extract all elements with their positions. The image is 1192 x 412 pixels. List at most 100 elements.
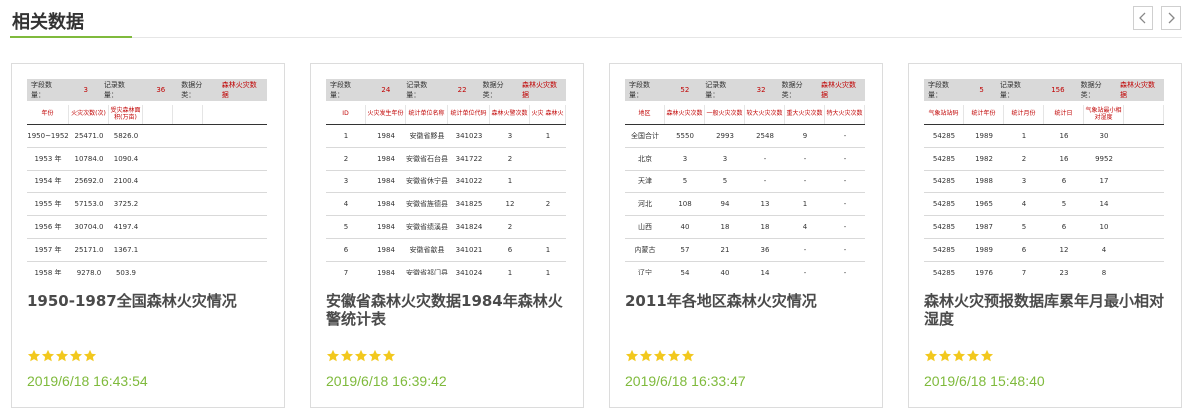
thumbnail-table-row: 1950~1952 25471.0 5826.0 [27,125,267,148]
thumbnail-table-cell: 1976 [975,268,993,275]
thumbnail-table-row: 内蒙古 57 21 36 - - [625,239,865,262]
thumbnail-table-cell: 安徽省歙县 [409,245,445,254]
star-icon [681,349,695,362]
thumbnail-table-cell: 16 [1059,131,1069,140]
thumbnail-table-cell: - [843,200,847,209]
thumbnail-table-cell: 341824 [455,223,483,232]
thumbnail-table-cell: 1989 [975,131,993,140]
thumbnail-table-cell: 1 [1021,131,1027,140]
thumbnail-table-cell: 全国合计 [631,131,659,140]
thumbnail-table-cell: - [843,154,847,163]
meta-fields-value: 24 [381,86,391,94]
thumbnail-table-cell: 1 [507,268,513,275]
thumbnail-column-header: 受灾森林面积(万亩) [109,105,143,124]
thumbnail-table-cell: 山西 [638,223,652,232]
dataset-thumbnail[interactable]: 字段数量： 52 记录数量： 32 数据分类： 森林火灾数据 地区 森林火灾次数 一般火灾次数较… [625,79,865,275]
thumbnail-table-cell: 1984 [377,268,395,275]
dataset-thumbnail[interactable]: 字段数量： 24 记录数量： 22 数据分类： 森林火灾数据 ID 火灾发生年份 统计单位名称统… [326,79,566,275]
thumbnail-table-row: 河北 108 94 13 1 - [625,193,865,217]
thumbnail-column-header: 火灾发生年份 [366,105,406,124]
section-header: 相关数据 [10,0,1182,38]
thumbnail-table-cell: 安徽省石台县 [406,154,448,163]
thumbnail-column-header: 特大火灾次数 [825,105,865,124]
thumbnail-meta-bar: 字段数量： 52 记录数量： 32 数据分类： 森林火灾数据 [625,79,865,101]
thumbnail-table-cell: 30704.0 [74,223,104,232]
dataset-title-link[interactable]: 安徽省森林火灾数据1984年森林火警统计表 [326,292,566,328]
thumbnail-column-header: 统计日 [1044,105,1084,124]
thumbnail-column-header: 火灾 森林火 [530,105,566,124]
thumbnail-table-cell: 108 [678,200,692,209]
thumbnail-table-cell: 1984 [377,177,395,186]
meta-fields-value: 5 [979,86,984,94]
dataset-card[interactable]: 字段数量： 24 记录数量： 22 数据分类： 森林火灾数据 ID 火灾发生年份 统计单位名称统… [310,63,584,408]
thumbnail-column-header: 统计单位代码 [448,105,490,124]
thumbnail-table-cell: - [803,268,807,275]
thumbnail-table-cell: 1984 [377,131,395,140]
thumbnail-table-cell: 3 [722,154,728,163]
thumbnail-column-header: 地区 [625,105,665,124]
dataset-title-link[interactable]: 2011年各地区森林火灾情况 [625,292,865,310]
rating-stars [27,349,97,365]
carousel-prev-button[interactable] [1133,6,1153,30]
thumbnail-column-header: 统计月份 [1004,105,1044,124]
thumbnail-table-cell: 1956 年 [34,223,62,232]
thumbnail-table-cell: 5826.0 [113,131,139,140]
thumbnail-table-cell: 2 [1021,154,1027,163]
thumbnail-table-row: 辽宁 54 40 14 - - [625,262,865,275]
thumbnail-table-cell: 12 [1059,245,1069,254]
star-icon [340,349,354,362]
thumbnail-meta-bar: 字段数量： 3 记录数量： 36 数据分类： 森林火灾数据 [27,79,267,101]
dataset-card[interactable]: 字段数量： 52 记录数量： 32 数据分类： 森林火灾数据 地区 森林火灾次数 一般火灾次数较… [609,63,883,408]
thumbnail-table-row: 3 1984 安徽省休宁县 341022 1 [326,171,566,194]
dataset-card[interactable]: 字段数量： 3 记录数量： 36 数据分类： 森林火灾数据 年份 火灾次数(次) 受灾森林面积(… [11,63,285,408]
thumbnail-table-cell: 3 [1021,177,1027,186]
thumbnail-column-header: 较大火灾次数 [745,105,785,124]
dataset-title-link[interactable]: 1950-1987全国森林火灾情况 [27,292,267,310]
dataset-date: 2019/6/18 16:43:54 [27,373,148,389]
thumbnail-table-cell: 1 [545,268,551,275]
star-icon [639,349,653,362]
dataset-date: 2019/6/18 16:33:47 [625,373,746,389]
star-icon [938,349,952,362]
thumbnail-table-cell: 1953 年 [34,154,62,163]
meta-category-label: 数据分类： [482,81,504,99]
star-icon [667,349,681,362]
rating-stars [924,349,994,365]
thumbnail-table-cell: - [763,154,767,163]
thumbnail-table-cell: 河北 [638,200,652,209]
dataset-title-link[interactable]: 森林火灾预报数据库累年月最小相对湿度 [924,292,1164,328]
thumbnail-table-cell: 503.9 [115,268,137,275]
thumbnail-table-row: 4 1984 安徽省旌德县 341825 12 2 [326,193,566,217]
dataset-thumbnail[interactable]: 字段数量： 3 记录数量： 36 数据分类： 森林火灾数据 年份 火灾次数(次) 受灾森林面积(… [27,79,267,275]
carousel-next-button[interactable] [1161,6,1181,30]
thumbnail-table-cell: 54285 [932,177,956,186]
thumbnail-table-cell: 9 [802,131,808,140]
rating-stars [326,349,396,365]
thumbnail-table-cell: 北京 [638,154,652,163]
thumbnail-table-cell: 2993 [716,131,734,140]
thumbnail-table-row: 5 1984 安徽省绩溪县 341824 2 [326,216,566,239]
thumbnail-column-header [143,105,173,124]
thumbnail-table-cell: 2 [507,154,513,163]
star-icon [924,349,938,362]
meta-category-value: 森林火灾数据 [221,81,257,99]
meta-records-value: 36 [156,86,166,94]
thumbnail-column-header: 重大火灾次数 [785,105,825,124]
thumbnail-table-cell: 25471.0 [74,131,104,140]
thumbnail-table-cell: 1982 [975,154,993,163]
meta-category-label: 数据分类： [781,81,803,99]
thumbnail-table-row: 54285 1988 3 6 17 [924,171,1164,194]
thumbnail-table-cell: - [843,131,847,140]
dataset-card[interactable]: 字段数量： 5 记录数量： 156 数据分类： 森林火灾数据 气象站站码 统计年份 统计月份 统计… [908,63,1182,408]
thumbnail-table-cell: 2 [343,154,349,163]
thumbnail-column-header: 森林火警次数 [490,105,530,124]
thumbnail-table-cell [143,148,173,170]
thumbnail-table-cell: 3 [343,177,349,186]
dataset-thumbnail[interactable]: 字段数量： 5 记录数量： 156 数据分类： 森林火灾数据 气象站站码 统计年份 统计月份 统计… [924,79,1164,275]
thumbnail-table-cell: 6 [1021,245,1027,254]
thumbnail-table-header: ID 火灾发生年份 统计单位名称 统计单位代码 森林火警次数 火灾 森林火 [326,105,566,125]
thumbnail-table-cell: 18 [720,223,730,232]
thumbnail-table-row: 54285 1987 5 6 10 [924,216,1164,239]
meta-fields-label: 字段数量： [629,81,650,99]
thumbnail-table-cell: 4 [343,200,349,209]
